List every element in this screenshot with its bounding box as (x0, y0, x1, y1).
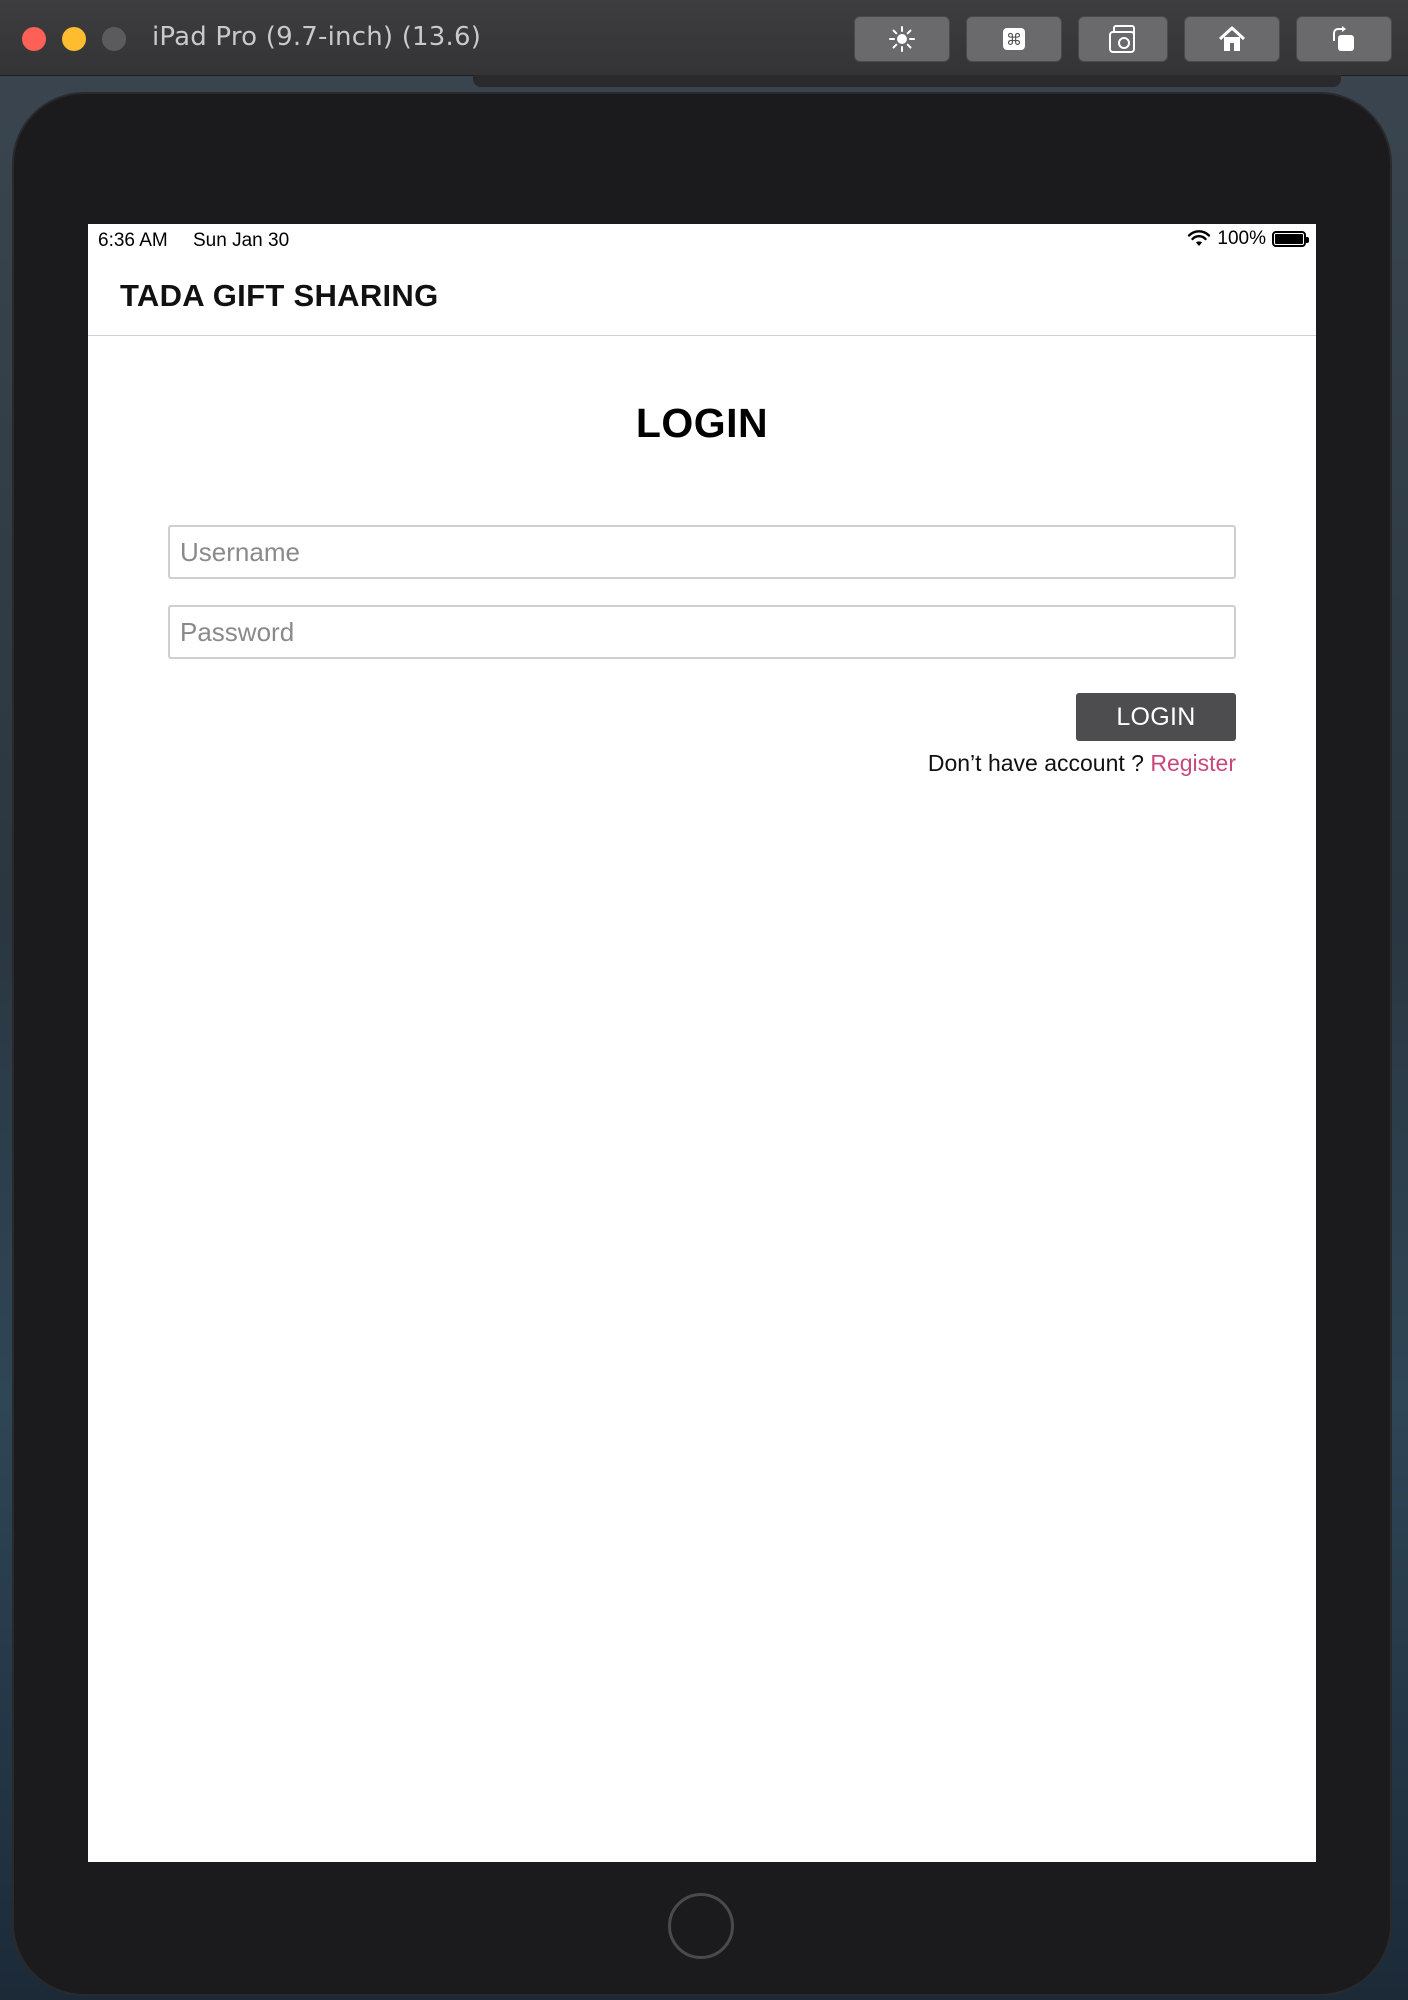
close-window-button[interactable] (22, 27, 46, 51)
app-header: TADA GIFT SHARING (88, 256, 1316, 336)
window-shadow (473, 75, 1341, 87)
ipad-screen: 6:36 AM Sun Jan 30 100% TADA GIFT SHARIN… (88, 224, 1316, 1862)
rotate-button[interactable] (1296, 16, 1392, 62)
simulator-title-bar: iPad Pro (9.7-inch) (13.6) ⌘ (0, 0, 1408, 76)
status-right: 100% (1187, 228, 1309, 250)
no-account-text: Don’t have account ? (927, 750, 1151, 776)
brightness-button[interactable] (854, 16, 950, 62)
register-prompt: Don’t have account ? Register (928, 750, 1236, 777)
rotate-icon (1333, 26, 1354, 51)
ipad-home-button[interactable] (668, 1893, 734, 1959)
battery-icon (1272, 231, 1309, 247)
status-time: 6:36 AM (98, 230, 168, 251)
password-input[interactable] (168, 605, 1236, 659)
app-title: TADA GIFT SHARING (120, 278, 439, 313)
username-input[interactable] (168, 525, 1236, 579)
home-button[interactable] (1184, 16, 1280, 62)
window-title: iPad Pro (9.7-inch) (13.6) (152, 22, 482, 52)
brightness-icon (889, 26, 915, 52)
svg-text:⌘: ⌘ (1006, 30, 1022, 49)
zoom-window-button[interactable] (102, 27, 126, 51)
status-bar: 6:36 AM Sun Jan 30 100% (88, 224, 1316, 256)
register-link[interactable]: Register (1150, 750, 1236, 776)
keyboard-shortcut-button[interactable]: ⌘ (966, 16, 1062, 62)
home-icon (1218, 26, 1246, 51)
screenshot-button[interactable] (1078, 16, 1168, 62)
wifi-icon (1188, 230, 1211, 246)
minimize-window-button[interactable] (62, 27, 86, 51)
status-date: Sun Jan 30 (193, 230, 290, 251)
login-button[interactable]: LOGIN (1076, 693, 1236, 741)
command-icon: ⌘ (1003, 28, 1025, 50)
screenshot-icon (1109, 25, 1135, 53)
login-heading: LOGIN (635, 400, 769, 446)
battery-percent: 100% (1217, 228, 1266, 249)
